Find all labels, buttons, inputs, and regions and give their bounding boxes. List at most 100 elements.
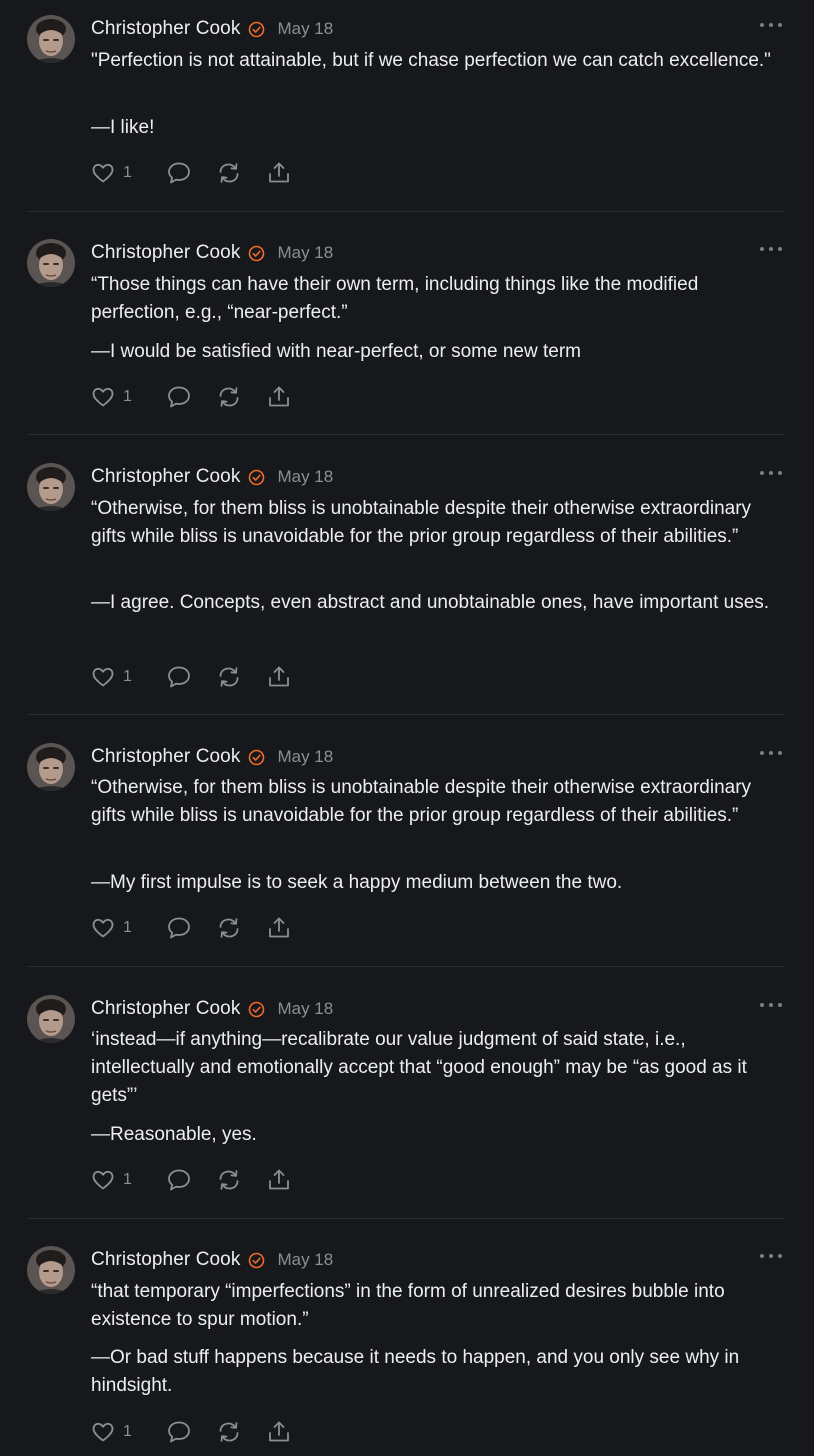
comment-icon xyxy=(168,917,190,939)
post-header: Christopher Cook May 18 xyxy=(91,240,333,266)
comment-icon xyxy=(168,666,190,688)
like-button[interactable]: 1 xyxy=(91,384,132,410)
comment-icon xyxy=(168,1421,190,1443)
heart-icon xyxy=(92,387,114,407)
note-text: —I would be satisfied with near-perfect,… xyxy=(91,341,581,362)
note-text: —My first impulse is to seek a happy med… xyxy=(91,872,623,893)
avatar[interactable] xyxy=(27,1246,75,1294)
repost-icon xyxy=(219,1422,239,1442)
like-button[interactable]: 1 xyxy=(91,915,132,941)
post-header: Christopher Cook May 18 xyxy=(91,996,333,1022)
author-name[interactable]: Christopher Cook xyxy=(91,998,240,1020)
like-count: 1 xyxy=(123,919,132,936)
like-button[interactable]: 1 xyxy=(91,1419,132,1445)
post-header: Christopher Cook May 18 xyxy=(91,744,333,770)
heart-icon xyxy=(92,163,114,183)
comment-button[interactable] xyxy=(166,1167,192,1193)
post-date[interactable]: May 18 xyxy=(277,747,333,767)
more-options-icon[interactable] xyxy=(760,998,782,1012)
post-divider xyxy=(27,1218,785,1219)
verified-badge-icon xyxy=(248,1001,265,1018)
post-date[interactable]: May 18 xyxy=(277,467,333,487)
share-button[interactable] xyxy=(266,915,292,941)
avatar[interactable] xyxy=(27,995,75,1043)
post[interactable]: Christopher Cook May 18 ‘instead—if anyt… xyxy=(0,980,814,1219)
author-name[interactable]: Christopher Cook xyxy=(91,1249,240,1271)
quoted-text: ‘instead—if anything—recalibrate our val… xyxy=(91,1029,747,1106)
comment-button[interactable] xyxy=(166,1419,192,1445)
more-options-icon[interactable] xyxy=(760,746,782,760)
more-options-icon[interactable] xyxy=(760,242,782,256)
comment-icon xyxy=(168,1169,190,1191)
repost-button[interactable] xyxy=(216,915,242,941)
share-button[interactable] xyxy=(266,1419,292,1445)
repost-icon xyxy=(219,163,239,183)
more-options-icon[interactable] xyxy=(760,18,782,32)
share-button[interactable] xyxy=(266,664,292,690)
like-count: 1 xyxy=(123,164,132,181)
post-divider xyxy=(27,714,785,715)
post-divider xyxy=(27,434,785,435)
like-count: 1 xyxy=(123,388,132,405)
share-icon xyxy=(269,1421,289,1442)
note-text: —Or bad stuff happens because it needs t… xyxy=(91,1347,740,1396)
share-button[interactable] xyxy=(266,1167,292,1193)
repost-button[interactable] xyxy=(216,664,242,690)
like-count: 1 xyxy=(123,1423,132,1440)
more-options-icon[interactable] xyxy=(760,1249,782,1263)
like-button[interactable]: 1 xyxy=(91,664,132,690)
share-icon xyxy=(269,1169,289,1190)
author-name[interactable]: Christopher Cook xyxy=(91,242,240,264)
repost-button[interactable] xyxy=(216,384,242,410)
verified-badge-icon xyxy=(248,21,265,38)
repost-button[interactable] xyxy=(216,160,242,186)
share-icon xyxy=(269,386,289,407)
post-date[interactable]: May 18 xyxy=(277,19,333,39)
author-name[interactable]: Christopher Cook xyxy=(91,18,240,40)
comment-button[interactable] xyxy=(166,384,192,410)
author-name[interactable]: Christopher Cook xyxy=(91,466,240,488)
post-header: Christopher Cook May 18 xyxy=(91,1247,333,1273)
avatar[interactable] xyxy=(27,15,75,63)
repost-button[interactable] xyxy=(216,1419,242,1445)
comment-button[interactable] xyxy=(166,664,192,690)
quoted-text: “Otherwise, for them bliss is unobtainab… xyxy=(91,777,752,826)
comment-icon xyxy=(168,386,190,408)
like-button[interactable]: 1 xyxy=(91,160,132,186)
post-date[interactable]: May 18 xyxy=(277,243,333,263)
post[interactable]: Christopher Cook May 18 “Those things ca… xyxy=(0,224,814,435)
note-text: —I agree. Concepts, even abstract and un… xyxy=(91,592,770,613)
share-button[interactable] xyxy=(266,160,292,186)
like-count: 1 xyxy=(123,1171,132,1188)
verified-badge-icon xyxy=(248,749,265,766)
like-count: 1 xyxy=(123,668,132,685)
comment-button[interactable] xyxy=(166,915,192,941)
repost-icon xyxy=(219,667,239,687)
note-text: —I like! xyxy=(91,117,155,138)
author-name[interactable]: Christopher Cook xyxy=(91,746,240,768)
share-icon xyxy=(269,666,289,687)
avatar[interactable] xyxy=(27,743,75,791)
repost-icon xyxy=(219,1170,239,1190)
more-options-icon[interactable] xyxy=(760,466,782,480)
verified-badge-icon xyxy=(248,1252,265,1269)
post-date[interactable]: May 18 xyxy=(277,1250,333,1270)
quoted-text: “Those things can have their own term, i… xyxy=(91,274,699,323)
avatar[interactable] xyxy=(27,463,75,511)
comment-button[interactable] xyxy=(166,160,192,186)
post[interactable]: Christopher Cook May 18 "Perfection is n… xyxy=(0,0,814,212)
share-icon xyxy=(269,162,289,183)
post-date[interactable]: May 18 xyxy=(277,999,333,1019)
post-divider xyxy=(27,211,785,212)
like-button[interactable]: 1 xyxy=(91,1167,132,1193)
post[interactable]: Christopher Cook May 18 “that temporary … xyxy=(0,1231,814,1456)
note-text: —Reasonable, yes. xyxy=(91,1124,257,1145)
post[interactable]: Christopher Cook May 18 “Otherwise, for … xyxy=(0,728,814,967)
post-header: Christopher Cook May 18 xyxy=(91,464,333,490)
quoted-text: “Otherwise, for them bliss is unobtainab… xyxy=(91,498,752,547)
share-button[interactable] xyxy=(266,384,292,410)
repost-button[interactable] xyxy=(216,1167,242,1193)
avatar[interactable] xyxy=(27,239,75,287)
post[interactable]: Christopher Cook May 18 “Otherwise, for … xyxy=(0,448,814,715)
heart-icon xyxy=(92,1170,114,1190)
